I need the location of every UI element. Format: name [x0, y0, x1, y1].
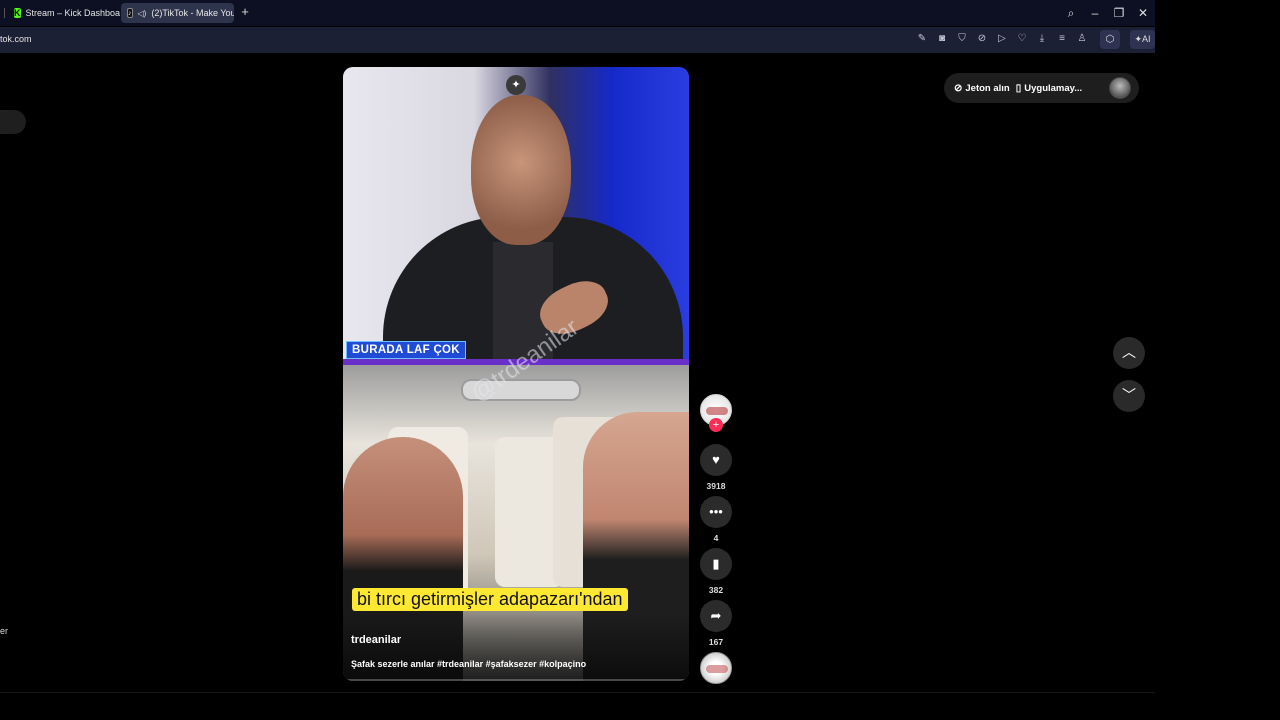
sidebar-search-pill[interactable]: [0, 110, 26, 134]
like-button[interactable]: ♥: [700, 444, 732, 476]
tiktok-icon: ♪: [127, 8, 133, 18]
get-app-label: Uygulamay...: [1024, 82, 1083, 94]
video-author[interactable]: trdeanilar: [351, 634, 401, 646]
close-button[interactable]: ✕: [1134, 4, 1152, 22]
right-margin: [1155, 0, 1280, 720]
extensions-icon[interactable]: ⬡: [1100, 30, 1120, 49]
phone-icon: ▯: [1015, 82, 1022, 94]
camera-icon[interactable]: ◙: [935, 32, 949, 46]
share-count: 167: [708, 637, 724, 647]
save-count: 382: [708, 585, 724, 595]
get-coins-button[interactable]: ⊘ Jeton alın: [954, 83, 1010, 94]
speaker-head: [471, 95, 571, 245]
comment-button[interactable]: •••: [700, 496, 732, 528]
save-button[interactable]: ▮: [700, 548, 732, 580]
share-arrow-icon: ➦: [710, 608, 722, 623]
follow-plus-icon[interactable]: +: [709, 418, 723, 432]
new-tab-button[interactable]: +: [238, 5, 252, 19]
play-icon[interactable]: ▷: [995, 32, 1009, 46]
tab-separator: [4, 8, 5, 18]
coin-icon: ⊘: [954, 82, 963, 94]
video-frame-top: [343, 67, 689, 377]
tab-kick-dashboard[interactable]: K Stream – Kick Dashboard: [8, 3, 120, 23]
sidebar-cut-text: er: [0, 626, 9, 636]
ai-label: AI: [1142, 34, 1151, 44]
translate-icon[interactable]: ⊘: [975, 32, 989, 46]
video-player[interactable]: ✦ BURADA LAF ÇOK @trdeanilar bi tırcı ge…: [343, 67, 689, 681]
music-disc-icon[interactable]: [700, 652, 732, 684]
browser-tab-bar: K Stream – Kick Dashboard ♪ ◁) (2)TikTok…: [0, 0, 1155, 26]
download-icon[interactable]: ⤓: [1035, 32, 1049, 46]
heart-icon[interactable]: ♡: [1015, 32, 1029, 46]
ai-button[interactable]: ✦AI: [1130, 30, 1155, 49]
shield-icon[interactable]: ⛉: [955, 32, 969, 46]
restore-button[interactable]: ❐: [1110, 4, 1128, 22]
get-coins-label: Jeton alın: [965, 82, 1010, 94]
bookmark-icon: ▮: [712, 556, 720, 571]
tv-banner: BURADA LAF ÇOK: [346, 341, 466, 359]
share-button[interactable]: ➦: [700, 600, 732, 632]
search-tabs-icon[interactable]: ⌕: [1062, 4, 1080, 22]
heart-icon: ♥: [712, 452, 720, 467]
comment-icon: •••: [709, 504, 723, 519]
profile-icon[interactable]: ♙: [1075, 32, 1089, 46]
tab-label: (2)TikTok - Make Your: [151, 8, 234, 18]
video-subtitle: bi tırcı getirmişler adapazarı'ndan: [352, 588, 628, 611]
video-progress-bar[interactable]: [343, 679, 689, 681]
previous-video-button[interactable]: ︿: [1113, 337, 1145, 369]
comment-count: 4: [713, 533, 719, 543]
menu-icon[interactable]: ≡: [1055, 32, 1069, 46]
caption-shade: [343, 612, 689, 681]
minimize-button[interactable]: –: [1086, 4, 1104, 22]
video-caption[interactable]: Şafak sezerle anılar #trdeanilar #şafaks…: [351, 659, 586, 669]
effect-sparkle-icon[interactable]: ✦: [506, 75, 526, 95]
tab-label: Stream – Kick Dashboard: [25, 8, 121, 18]
header-actions: ⊘ Jeton alın ▯ Uygulamay...: [944, 73, 1139, 103]
kick-icon: K: [14, 8, 21, 18]
tab-tiktok[interactable]: ♪ ◁) (2)TikTok - Make Your: [121, 3, 234, 23]
divider: [0, 692, 1155, 693]
like-count: 3918: [706, 481, 726, 491]
url-text[interactable]: tok.com: [0, 34, 32, 44]
user-avatar[interactable]: [1109, 77, 1131, 99]
get-app-button[interactable]: ▯ Uygulamay...: [1016, 83, 1082, 94]
next-video-button[interactable]: ﹀: [1113, 380, 1145, 412]
speaker-icon[interactable]: ◁): [138, 9, 147, 18]
edit-icon[interactable]: ✎: [915, 32, 929, 46]
